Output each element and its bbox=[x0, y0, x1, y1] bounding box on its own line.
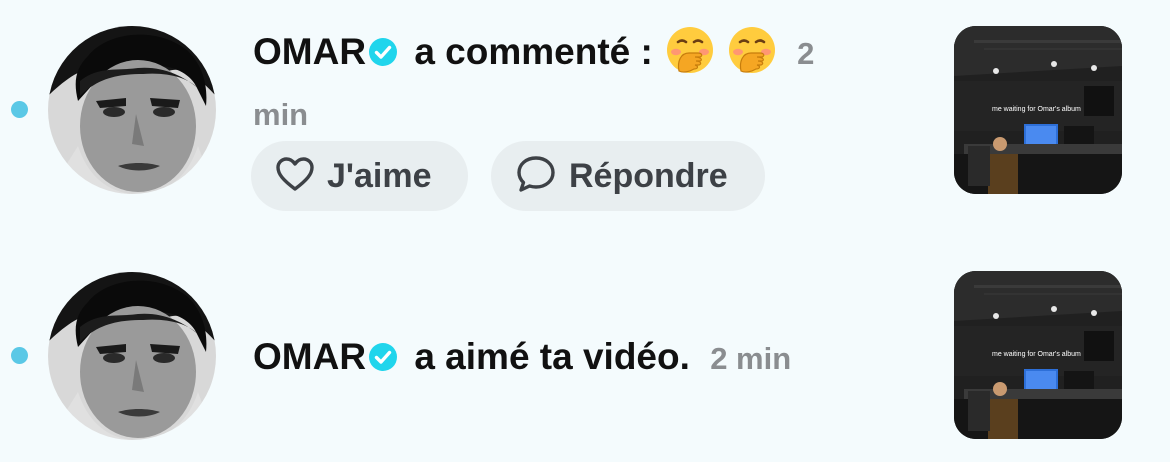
verified-badge-icon bbox=[368, 30, 398, 80]
username[interactable]: OMAR bbox=[253, 31, 366, 72]
hand-over-mouth-emoji bbox=[727, 25, 777, 88]
video-thumbnail[interactable]: me waiting for Omar's album bbox=[954, 26, 1122, 194]
like-button[interactable]: J'aime bbox=[251, 141, 468, 211]
notification-item-comment[interactable]: OMAR a commenté : 2 min J'aime Répondre bbox=[0, 0, 1170, 235]
action-text: a aimé ta vidéo. bbox=[414, 336, 690, 377]
avatar[interactable] bbox=[48, 272, 216, 440]
notification-text: OMAR a commenté : 2 min bbox=[253, 25, 873, 140]
username[interactable]: OMAR bbox=[253, 336, 366, 377]
reply-label: Répondre bbox=[569, 156, 728, 195]
verified-badge-icon bbox=[368, 335, 398, 385]
notification-text: OMAR a aimé ta vidéo. 2 min bbox=[253, 332, 873, 385]
thumbnail-caption: me waiting for Omar's album bbox=[992, 106, 1081, 113]
video-thumbnail[interactable]: me waiting for Omar's album bbox=[954, 271, 1122, 439]
unread-indicator bbox=[11, 347, 28, 364]
reply-button[interactable]: Répondre bbox=[491, 141, 765, 211]
thumbnail-caption: me waiting for Omar's album bbox=[992, 351, 1081, 358]
timestamp: 2 min bbox=[710, 341, 792, 376]
like-label: J'aime bbox=[327, 156, 432, 195]
speech-bubble-icon bbox=[515, 154, 557, 199]
notification-item-like[interactable]: OMAR a aimé ta vidéo. 2 min me waiting f… bbox=[0, 245, 1170, 462]
heart-outline-icon bbox=[275, 156, 315, 197]
action-text: a commenté : bbox=[414, 31, 653, 72]
hand-over-mouth-emoji bbox=[665, 25, 715, 88]
unread-indicator bbox=[11, 101, 28, 118]
avatar[interactable] bbox=[48, 26, 216, 194]
